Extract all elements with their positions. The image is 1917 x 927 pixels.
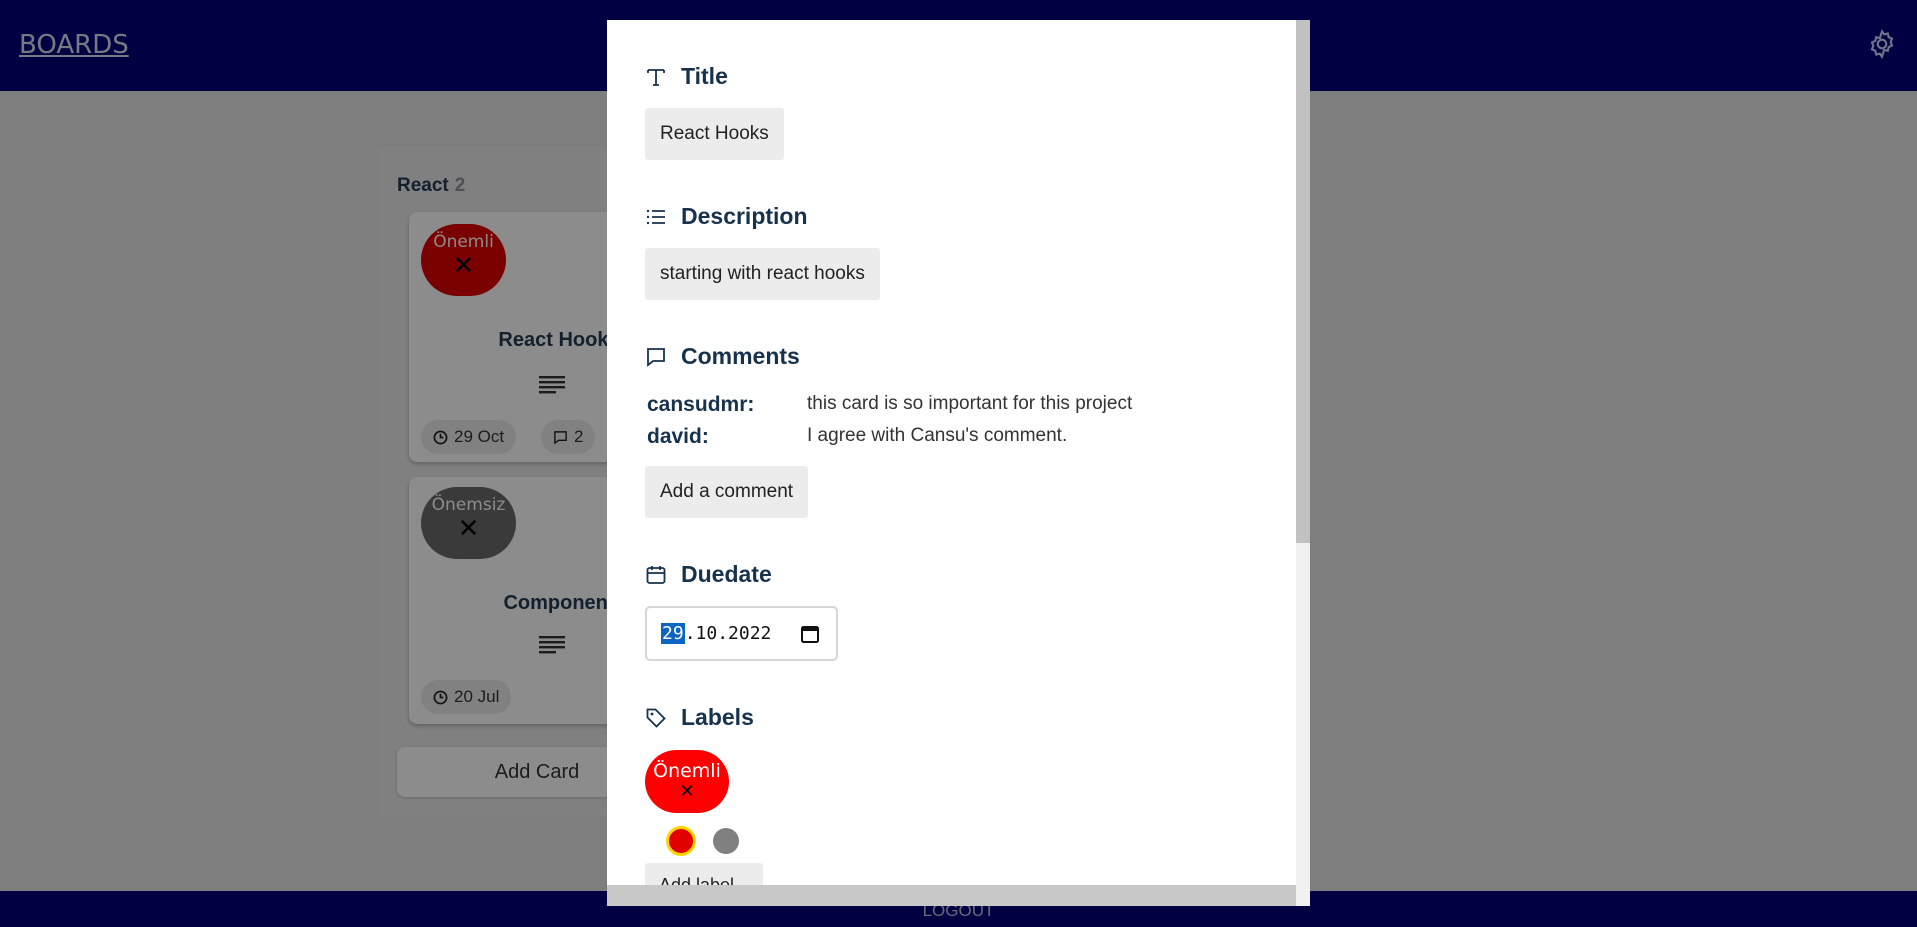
text-icon <box>647 68 665 86</box>
vertical-scrollbar[interactable] <box>1296 20 1310 906</box>
description-section-heading: Description <box>645 203 808 230</box>
color-swatch-red[interactable] <box>666 826 696 856</box>
list-icon <box>646 209 665 224</box>
tag-icon <box>646 708 666 728</box>
duedate-input[interactable]: 29.10.2022 <box>645 606 838 661</box>
comment-author: david: <box>647 425 709 448</box>
remove-label-icon[interactable]: ✕ <box>645 782 729 802</box>
comments-section-heading: Comments <box>645 343 800 370</box>
date-rest-segment[interactable]: .10.2022 <box>685 623 772 644</box>
comment-icon <box>647 347 665 367</box>
comment-text: I agree with Cansu's comment. <box>807 425 1068 446</box>
label-chip-onemli: Önemli ✕ <box>645 750 729 813</box>
date-day-segment[interactable]: 29 <box>661 623 685 644</box>
duedate-section-heading: Duedate <box>645 561 772 588</box>
card-detail-modal: Title React Hooks Description starting w… <box>607 20 1310 906</box>
add-comment-button[interactable]: Add a comment <box>645 466 809 518</box>
calendar-icon <box>646 565 666 584</box>
calendar-picker-icon[interactable] <box>800 624 820 644</box>
comment-item: david: I agree with Cansu's comment. <box>647 425 1067 449</box>
labels-section-heading: Labels <box>645 704 754 731</box>
title-field[interactable]: React Hooks <box>645 108 784 160</box>
description-field[interactable]: starting with react hooks <box>645 248 880 300</box>
title-section-heading: Title <box>645 63 728 90</box>
comment-author: cansudmr: <box>647 393 755 416</box>
color-swatch-gray[interactable] <box>713 828 739 854</box>
scrollbar-thumb[interactable] <box>1296 20 1310 543</box>
comment-text: this card is so important for this proje… <box>807 393 1133 414</box>
horizontal-scrollbar[interactable] <box>607 885 1296 906</box>
comment-item: cansudmr: this card is so important for … <box>647 393 1132 417</box>
